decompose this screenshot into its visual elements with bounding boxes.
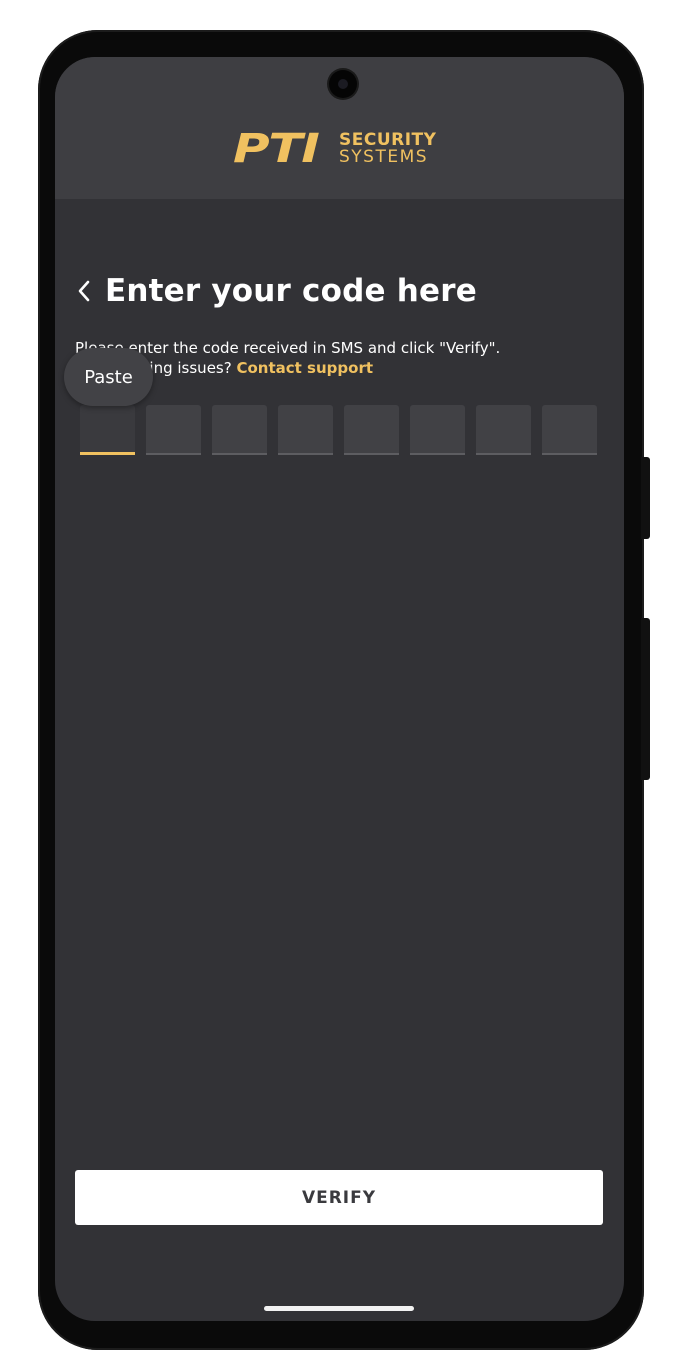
phone-screen: PTI SECURITY SYSTEMS Enter your code her… [55,57,624,1321]
code-digit-input[interactable] [146,405,201,455]
home-indicator[interactable] [264,1306,414,1311]
instructions-text: Please enter the code received in SMS an… [75,338,595,378]
contact-support-link[interactable]: Contact support [236,359,373,377]
verify-button[interactable]: VERIFY [75,1170,603,1225]
code-digit-input[interactable] [344,405,399,455]
app-header: PTI SECURITY SYSTEMS [55,57,624,199]
code-digit-input[interactable] [410,405,465,455]
code-input-row [80,405,597,455]
code-digit-input[interactable] [542,405,597,455]
volume-button [641,618,650,780]
code-digit-input[interactable] [212,405,267,455]
code-digit-input[interactable] [278,405,333,455]
logo-mark: PTI [233,126,320,172]
page-title: Enter your code here [105,273,477,309]
code-digit-input[interactable] [80,405,135,455]
paste-tooltip-button[interactable]: Paste [64,348,153,406]
code-digit-input[interactable] [476,405,531,455]
chevron-left-icon[interactable] [75,278,93,304]
title-row: Enter your code here [75,273,477,309]
brand-logo: PTI SECURITY SYSTEMS [233,126,436,172]
front-camera [329,70,357,98]
power-button [641,457,650,539]
